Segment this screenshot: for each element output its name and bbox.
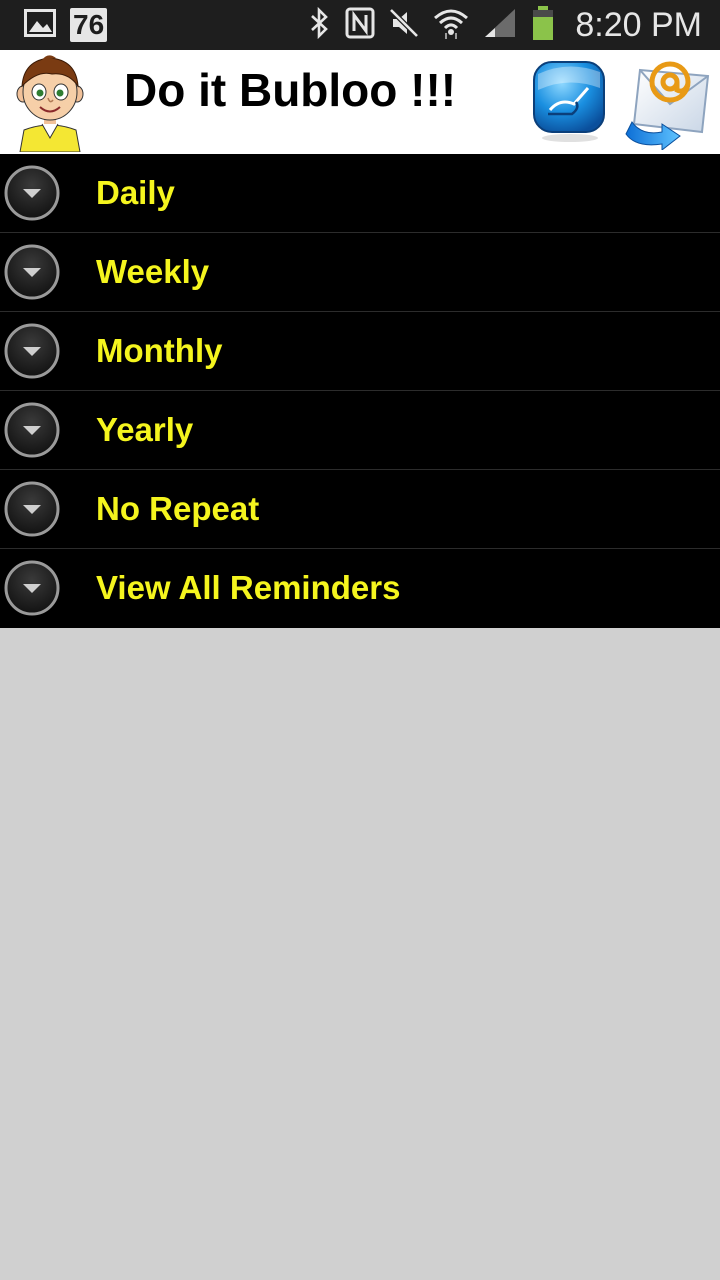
boy-avatar: [12, 52, 88, 153]
reminder-menu: Daily Weekly Monthly Yearly No Repeat Vi…: [0, 154, 720, 628]
menu-item-daily[interactable]: Daily: [0, 154, 720, 233]
menu-item-label: View All Reminders: [96, 569, 401, 606]
menu-item-weekly[interactable]: Weekly: [0, 233, 720, 312]
app-header: Do it Bubloo !!!: [0, 50, 720, 154]
signal-icon: [483, 7, 517, 44]
mute-icon: [389, 7, 420, 43]
image-icon: [24, 8, 56, 42]
nfc-icon: [345, 7, 375, 44]
menu-item-no-repeat[interactable]: No Repeat: [0, 470, 720, 549]
chevron-down-icon: [3, 401, 61, 459]
status-bar: 76 8:20 PM: [0, 0, 720, 50]
status-bar-right: 8:20 PM: [309, 5, 702, 46]
chevron-down-icon: [3, 322, 61, 380]
chevron-down-icon: [3, 243, 61, 301]
battery-icon: [531, 5, 555, 46]
hand-writing-icon[interactable]: [530, 58, 610, 144]
chevron-down-icon: [3, 559, 61, 617]
chevron-down-icon: [3, 164, 61, 222]
email-send-icon[interactable]: [622, 52, 716, 152]
menu-item-view-all-reminders[interactable]: View All Reminders: [0, 549, 720, 628]
menu-item-label: Yearly: [96, 411, 194, 448]
menu-item-yearly[interactable]: Yearly: [0, 391, 720, 470]
menu-item-monthly[interactable]: Monthly: [0, 312, 720, 391]
status-bar-left: 76: [24, 8, 108, 42]
notification-count-badge: 76: [70, 8, 108, 42]
app-title: Do it Bubloo !!!: [124, 64, 457, 116]
status-time: 8:20 PM: [575, 5, 702, 44]
bluetooth-icon: [309, 6, 331, 44]
empty-content-area: [0, 628, 720, 1280]
menu-item-label: Weekly: [96, 253, 210, 290]
menu-item-label: No Repeat: [96, 490, 260, 527]
chevron-down-icon: [3, 480, 61, 538]
wifi-icon: [433, 6, 469, 45]
menu-item-label: Monthly: [96, 332, 223, 369]
menu-item-label: Daily: [96, 174, 175, 211]
